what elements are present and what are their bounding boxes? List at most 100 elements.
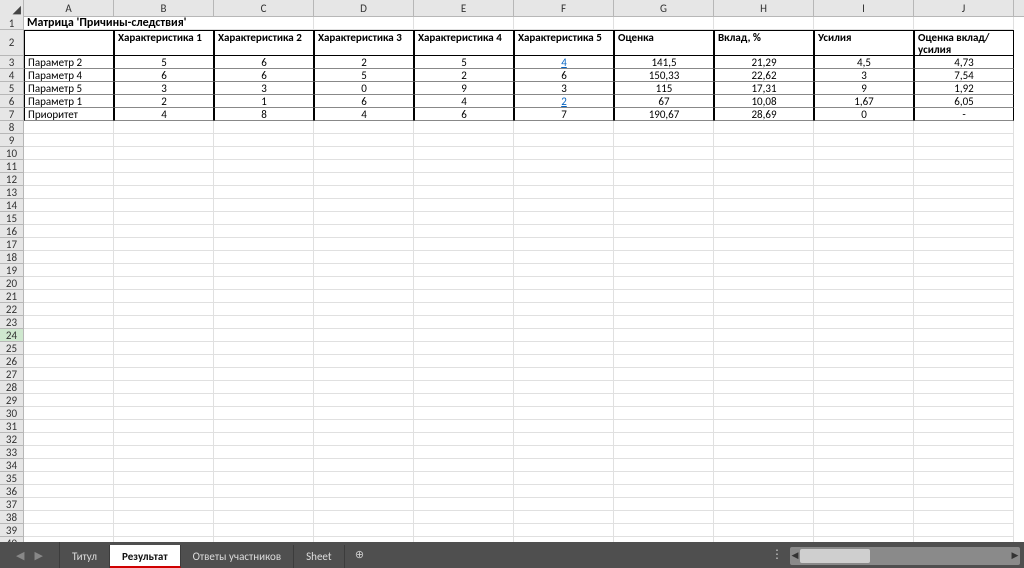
cell[interactable] bbox=[914, 407, 1014, 420]
table-cell[interactable]: 6 bbox=[314, 95, 414, 108]
cell[interactable] bbox=[24, 186, 114, 199]
cell[interactable] bbox=[514, 290, 614, 303]
cell[interactable] bbox=[314, 511, 414, 524]
cell[interactable] bbox=[414, 524, 514, 537]
cell[interactable] bbox=[914, 264, 1014, 277]
cell[interactable] bbox=[914, 485, 1014, 498]
cell[interactable] bbox=[24, 433, 114, 446]
cell[interactable] bbox=[414, 277, 514, 290]
cell[interactable] bbox=[214, 121, 314, 134]
table-cell[interactable]: 6 bbox=[214, 56, 314, 69]
cell[interactable] bbox=[214, 160, 314, 173]
cell[interactable] bbox=[214, 134, 314, 147]
cell[interactable] bbox=[714, 17, 814, 30]
row-header[interactable]: 15 bbox=[0, 212, 24, 225]
cell[interactable] bbox=[714, 342, 814, 355]
cell[interactable] bbox=[314, 160, 414, 173]
row-header[interactable]: 39 bbox=[0, 524, 24, 537]
cell[interactable] bbox=[114, 264, 214, 277]
cell[interactable] bbox=[614, 420, 714, 433]
cell[interactable] bbox=[114, 186, 214, 199]
cell[interactable] bbox=[514, 355, 614, 368]
cell[interactable] bbox=[24, 199, 114, 212]
cell[interactable] bbox=[914, 134, 1014, 147]
cell[interactable] bbox=[114, 121, 214, 134]
cell[interactable] bbox=[114, 251, 214, 264]
scroll-left-icon[interactable]: ◀ bbox=[790, 549, 800, 563]
table-cell[interactable]: 28,69 bbox=[714, 108, 814, 121]
cell[interactable] bbox=[514, 433, 614, 446]
cell[interactable] bbox=[614, 329, 714, 342]
cell[interactable] bbox=[714, 459, 814, 472]
cell[interactable] bbox=[114, 147, 214, 160]
cell[interactable] bbox=[114, 446, 214, 459]
cell[interactable] bbox=[614, 485, 714, 498]
cell[interactable] bbox=[714, 316, 814, 329]
row-header[interactable]: 29 bbox=[0, 394, 24, 407]
cell[interactable] bbox=[414, 459, 514, 472]
cell[interactable] bbox=[714, 472, 814, 485]
cell[interactable] bbox=[814, 472, 914, 485]
cell[interactable] bbox=[814, 277, 914, 290]
cell[interactable] bbox=[24, 264, 114, 277]
cell[interactable] bbox=[24, 459, 114, 472]
cell[interactable] bbox=[314, 251, 414, 264]
cell[interactable] bbox=[214, 485, 314, 498]
cell[interactable] bbox=[814, 186, 914, 199]
cell[interactable] bbox=[214, 329, 314, 342]
cell[interactable] bbox=[24, 498, 114, 511]
cell[interactable] bbox=[814, 212, 914, 225]
cell[interactable] bbox=[814, 173, 914, 186]
cell[interactable] bbox=[514, 238, 614, 251]
cell[interactable] bbox=[914, 459, 1014, 472]
cell[interactable] bbox=[714, 121, 814, 134]
cell[interactable] bbox=[614, 368, 714, 381]
cell[interactable] bbox=[914, 381, 1014, 394]
cell[interactable] bbox=[214, 290, 314, 303]
cell[interactable] bbox=[24, 134, 114, 147]
row-header[interactable]: 37 bbox=[0, 498, 24, 511]
cell[interactable] bbox=[414, 264, 514, 277]
cell[interactable] bbox=[114, 485, 214, 498]
table-cell[interactable]: 6 bbox=[214, 69, 314, 82]
cell[interactable] bbox=[314, 394, 414, 407]
table-cell[interactable]: Параметр 5 bbox=[24, 82, 114, 95]
cell[interactable] bbox=[814, 433, 914, 446]
cell[interactable] bbox=[814, 498, 914, 511]
cell[interactable] bbox=[314, 17, 414, 30]
cell[interactable] bbox=[914, 355, 1014, 368]
table-cell[interactable]: 6 bbox=[514, 69, 614, 82]
cell[interactable] bbox=[914, 212, 1014, 225]
sheet-nav-buttons[interactable]: ◀ ▶ bbox=[0, 542, 60, 568]
cell[interactable] bbox=[914, 225, 1014, 238]
add-sheet-button[interactable]: ⊕ bbox=[345, 542, 375, 568]
cell[interactable] bbox=[614, 381, 714, 394]
cell[interactable] bbox=[24, 316, 114, 329]
cell[interactable] bbox=[314, 147, 414, 160]
cell[interactable] bbox=[814, 121, 914, 134]
cell[interactable] bbox=[414, 290, 514, 303]
cell[interactable] bbox=[314, 368, 414, 381]
column-header-J[interactable]: J bbox=[914, 0, 1014, 16]
table-cell[interactable]: 10,08 bbox=[714, 95, 814, 108]
cell[interactable] bbox=[614, 173, 714, 186]
cell[interactable] bbox=[814, 225, 914, 238]
cell[interactable] bbox=[214, 212, 314, 225]
cell[interactable] bbox=[24, 381, 114, 394]
cell[interactable] bbox=[814, 329, 914, 342]
cell[interactable] bbox=[314, 472, 414, 485]
cell[interactable] bbox=[24, 342, 114, 355]
column-header-D[interactable]: D bbox=[314, 0, 414, 16]
cell[interactable] bbox=[714, 212, 814, 225]
row-header[interactable]: 26 bbox=[0, 355, 24, 368]
cell[interactable] bbox=[614, 459, 714, 472]
cell[interactable] bbox=[914, 277, 1014, 290]
table-cell[interactable]: 4 bbox=[414, 95, 514, 108]
scroll-thumb[interactable] bbox=[800, 549, 870, 563]
cell[interactable] bbox=[214, 251, 314, 264]
cell[interactable] bbox=[614, 498, 714, 511]
table-cell[interactable]: 0 bbox=[814, 108, 914, 121]
cell[interactable] bbox=[814, 394, 914, 407]
cell[interactable] bbox=[24, 394, 114, 407]
row-header[interactable]: 34 bbox=[0, 459, 24, 472]
